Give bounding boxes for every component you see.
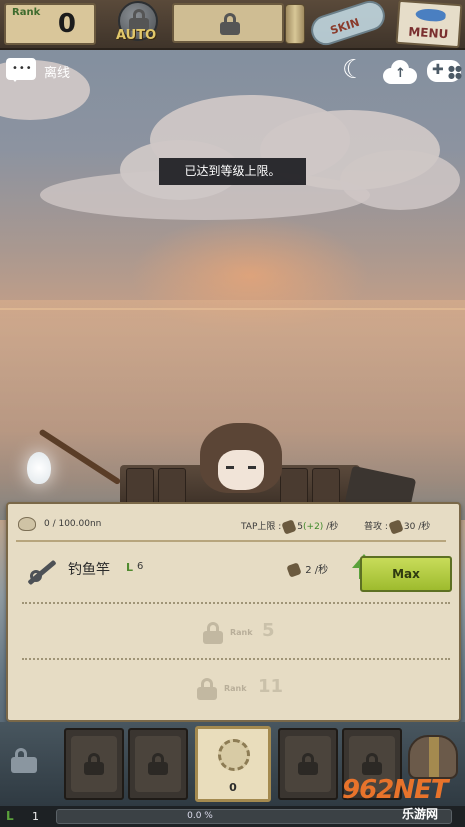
character-eye <box>248 466 256 469</box>
fishing-rod-name: 钓鱼竿 <box>68 562 110 578</box>
menu-label: MENU <box>407 24 449 42</box>
player-level: 1 <box>32 810 39 823</box>
chat-icon[interactable]: ••• <box>6 58 36 82</box>
backpack-icon[interactable] <box>408 735 458 779</box>
cloud-upload-icon[interactable]: ↑ <box>383 58 417 84</box>
watermark-logo: 962NET <box>342 775 449 805</box>
xp-percent: 0.0 % <box>187 811 213 821</box>
tap-limit-bonus: (+2) <box>303 522 324 532</box>
rank-requirement-label: Rank <box>224 684 247 693</box>
level-cap-toast: 已达到等级上限。 <box>159 158 306 185</box>
lock-icon <box>361 753 383 775</box>
item-slot-locked[interactable] <box>128 728 188 800</box>
attack-value: 30 <box>403 522 416 532</box>
locked-upgrade-row: Rank 5 <box>16 610 450 658</box>
auto-button[interactable]: AUTO <box>112 0 170 46</box>
divider <box>22 658 450 660</box>
hand-icon <box>286 562 302 578</box>
fishing-rod-level: 6 <box>137 561 144 572</box>
character-eye <box>226 466 234 469</box>
cloud <box>340 150 460 210</box>
rate-unit: /秒 <box>314 565 329 576</box>
lock-icon <box>219 13 241 35</box>
fish-icon <box>415 8 447 23</box>
fist-icon <box>388 518 404 535</box>
lock-icon[interactable] <box>10 748 38 776</box>
shell-icon <box>18 517 36 531</box>
lightbulb-icon[interactable] <box>27 452 51 484</box>
level-icon: L <box>126 561 134 574</box>
attack-unit: /秒 <box>418 522 431 532</box>
horizon <box>0 308 465 310</box>
rank-box: Rank 0 <box>4 3 96 45</box>
lock-icon <box>202 622 224 644</box>
lock-icon <box>196 678 218 700</box>
attack-label: 普攻 : <box>364 522 388 532</box>
auto-label: AUTO <box>116 28 157 43</box>
tap-limit-label: TAP上限 : <box>241 522 282 532</box>
scroll-icon[interactable] <box>285 4 305 44</box>
character-face[interactable] <box>218 450 264 490</box>
fishing-rod-row: 钓鱼竿 L 6 2 /秒 Max <box>16 548 452 604</box>
lock-icon <box>147 753 169 775</box>
offline-status: 离线 <box>44 66 71 81</box>
upgrade-panel: 0 / 100.00nn TAP上限 :5(+2) /秒 普攻 :30 /秒 钓… <box>6 502 461 722</box>
attack-stat: 普攻 : 30 /秒 <box>364 518 431 535</box>
level-icon: L <box>6 809 14 823</box>
item-slot-active[interactable]: 0 <box>195 726 271 802</box>
top-bar: Rank 0 AUTO SKIN MENU <box>0 0 465 50</box>
item-slot-locked[interactable] <box>278 728 338 800</box>
hand-icon <box>281 518 297 535</box>
shell-gear-icon <box>218 739 250 771</box>
rate-value: 2 <box>305 565 312 576</box>
max-upgrade-button[interactable]: Max <box>360 556 452 592</box>
lock-icon <box>297 753 319 775</box>
rank-requirement-value: 5 <box>262 620 275 641</box>
fishing-rod-rate: 2 /秒 <box>286 561 329 578</box>
gamepad-icon[interactable]: ✚ ●● ●● <box>427 60 462 82</box>
divider <box>22 602 450 604</box>
rank-requirement-value: 11 <box>258 676 284 697</box>
fishing-rod-icon <box>22 556 58 586</box>
watermark: 962NET 乐游网 <box>342 775 462 823</box>
moon-icon[interactable]: ☾ <box>342 57 365 83</box>
rank-value: 0 <box>57 9 76 39</box>
tap-limit-unit: /秒 <box>326 522 339 532</box>
currency-counter: 0 / 100.00nn <box>44 519 102 529</box>
lock-icon <box>83 753 105 775</box>
menu-button[interactable]: MENU <box>395 0 463 49</box>
locked-feature-tab[interactable] <box>172 3 284 43</box>
tap-limit: TAP上限 :5(+2) /秒 <box>241 518 339 535</box>
ellipsis-icon: ••• <box>12 63 33 74</box>
item-slot-locked[interactable] <box>64 728 124 800</box>
rank-label: Rank <box>12 7 41 18</box>
item-slot-count: 0 <box>229 781 237 794</box>
watermark-subtitle: 乐游网 <box>402 807 439 821</box>
locked-upgrade-row: Rank 11 <box>16 666 450 714</box>
skin-button[interactable]: SKIN <box>307 0 390 50</box>
rank-requirement-label: Rank <box>230 628 253 637</box>
